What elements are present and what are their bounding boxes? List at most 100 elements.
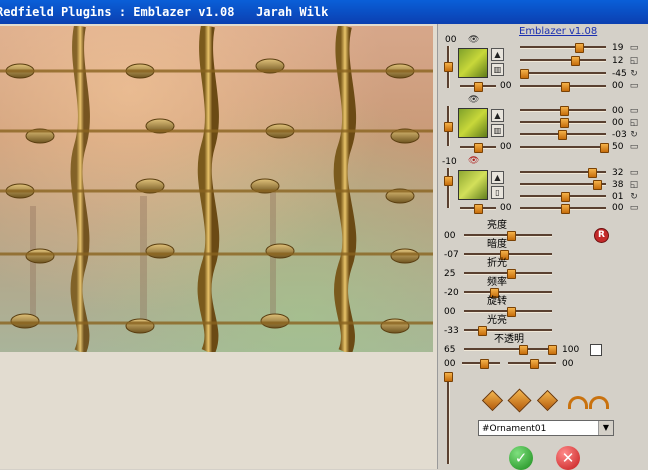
frequency-label: 频率 (487, 277, 507, 288)
refraction-label: 折光 (487, 258, 507, 269)
arrow-up-icon[interactable]: ▲ (491, 171, 504, 184)
eye-icon[interactable]: 👁 (468, 35, 479, 45)
layer3-bottom-value: 00 (500, 203, 512, 213)
copy-icon[interactable]: ▭ (629, 81, 639, 91)
arc-icon[interactable] (589, 396, 609, 409)
layer1-slider-3[interactable] (520, 72, 606, 75)
grid-icon[interactable]: ▯ (491, 186, 504, 199)
eye-icon[interactable]: 👁 (468, 95, 479, 105)
copy-icon[interactable]: ◱ (629, 180, 639, 190)
ornament-select-value: #Ornament01 (482, 424, 547, 434)
layer3-value-3: 01 (612, 192, 624, 202)
layer2-slider-4[interactable] (520, 146, 606, 149)
layer2-vertical-thumb[interactable] (444, 122, 453, 132)
layer3-thumb-2[interactable] (593, 180, 602, 190)
brightness-thumb[interactable] (507, 231, 516, 241)
grid-icon[interactable]: ▥ (491, 124, 504, 137)
layer3-vertical-slider[interactable] (447, 168, 450, 208)
brightness-label: 亮度 (487, 220, 507, 231)
layer2-thumb-1[interactable] (560, 106, 569, 116)
layer1-value-1: 19 (612, 43, 624, 53)
version-link[interactable]: Emblazer v1.08 (519, 26, 597, 37)
copy-icon[interactable]: ▭ (629, 142, 639, 152)
layer3-bottom-thumb[interactable] (474, 204, 483, 214)
opacity-max-value: 100 (562, 345, 580, 355)
preview-ornament-art (0, 26, 433, 352)
layer1-thumb-1[interactable] (575, 43, 584, 53)
layer3-value-4: 00 (612, 203, 624, 213)
copy-icon[interactable]: ◱ (629, 56, 639, 66)
copy-icon[interactable]: ▭ (629, 106, 639, 116)
preview-frame (0, 24, 438, 469)
layer1-slider-2[interactable] (520, 59, 606, 62)
arc-icon[interactable] (568, 396, 588, 409)
layer2-bottom-thumb[interactable] (474, 143, 483, 153)
opacity-max-thumb[interactable] (548, 345, 557, 355)
window-titlebar: Redfield Plugins : Emblazer v1.08 Jarah … (0, 0, 648, 24)
copy-icon[interactable]: ▭ (629, 203, 639, 213)
layer2-thumb-4[interactable] (600, 143, 609, 153)
layer1-thumb-2[interactable] (571, 56, 580, 66)
gloss-thumb[interactable] (478, 326, 487, 336)
extra-left-thumb[interactable] (480, 359, 489, 369)
extra-left-value: 00 (444, 359, 456, 369)
rotate-icon[interactable]: ↻ (629, 192, 639, 202)
layer2-texture-tile[interactable] (458, 108, 488, 138)
eye-icon[interactable]: 👁 (468, 156, 479, 166)
rotation-value: 00 (444, 307, 456, 317)
rotate-icon[interactable]: ↻ (629, 130, 639, 140)
layer2-thumb-3[interactable] (558, 130, 567, 140)
chevron-down-icon[interactable]: ▼ (598, 421, 613, 435)
layer2-thumb-2[interactable] (560, 118, 569, 128)
layer2-value-4: 50 (612, 142, 624, 152)
layer3-left-value: -10 (442, 157, 457, 167)
layer1-thumb-4[interactable] (561, 82, 570, 92)
arrow-up-icon[interactable]: ▲ (491, 48, 504, 61)
opacity-slider[interactable] (464, 348, 554, 351)
copy-icon[interactable]: ◱ (629, 118, 639, 128)
frequency-slider[interactable] (464, 291, 552, 294)
main-vertical-slider[interactable] (447, 372, 450, 464)
cancel-button[interactable]: ✕ (556, 446, 580, 470)
main-vertical-thumb[interactable] (444, 372, 453, 382)
opacity-label: 不透明 (494, 334, 524, 345)
layer3-vertical-thumb[interactable] (444, 176, 453, 186)
layer1-thumb-3[interactable] (520, 69, 529, 79)
frequency-value: -20 (444, 288, 459, 298)
brightness-value: 00 (444, 231, 456, 241)
gloss-label: 光亮 (487, 315, 507, 326)
layer1-vertical-thumb[interactable] (444, 62, 453, 72)
rotation-thumb[interactable] (507, 307, 516, 317)
layer3-thumb-3[interactable] (561, 192, 570, 202)
opacity-thumb[interactable] (519, 345, 528, 355)
gloss-value: -33 (444, 326, 459, 336)
refraction-thumb[interactable] (507, 269, 516, 279)
darkness-value: -07 (444, 250, 459, 260)
layer1-value-4: 00 (612, 81, 624, 91)
window-title: Redfield Plugins : Emblazer v1.08 Jarah … (0, 5, 329, 19)
layer3-thumb-1[interactable] (588, 168, 597, 178)
layer1-texture-tile[interactable] (458, 48, 488, 78)
layer2-value-1: 00 (612, 106, 624, 116)
preview-image[interactable] (0, 26, 433, 352)
layer3-texture-tile[interactable] (458, 170, 488, 200)
layer2-value-3: -03 (612, 130, 627, 140)
ornament-select[interactable]: #Ornament01 ▼ (478, 420, 614, 436)
reset-badge[interactable]: R (594, 228, 609, 243)
layer3-thumb-4[interactable] (561, 204, 570, 214)
layer3-value-2: 38 (612, 180, 624, 190)
darkness-label: 暗度 (487, 239, 507, 250)
grid-icon[interactable]: ▥ (491, 63, 504, 76)
arrow-up-icon[interactable]: ▲ (491, 109, 504, 122)
layer1-value-2: 12 (612, 56, 624, 66)
opacity-checkbox[interactable] (590, 344, 602, 356)
layer1-bottom-thumb[interactable] (474, 82, 483, 92)
layer2-value-2: 00 (612, 118, 624, 128)
copy-icon[interactable]: ▭ (629, 168, 639, 178)
rotate-icon[interactable]: ↻ (629, 69, 639, 79)
ok-button[interactable]: ✓ (509, 446, 533, 470)
copy-icon[interactable]: ▭ (629, 43, 639, 53)
layer3-value-1: 32 (612, 168, 624, 178)
extra-right-thumb[interactable] (530, 359, 539, 369)
layer1-slider-1[interactable] (520, 46, 606, 49)
